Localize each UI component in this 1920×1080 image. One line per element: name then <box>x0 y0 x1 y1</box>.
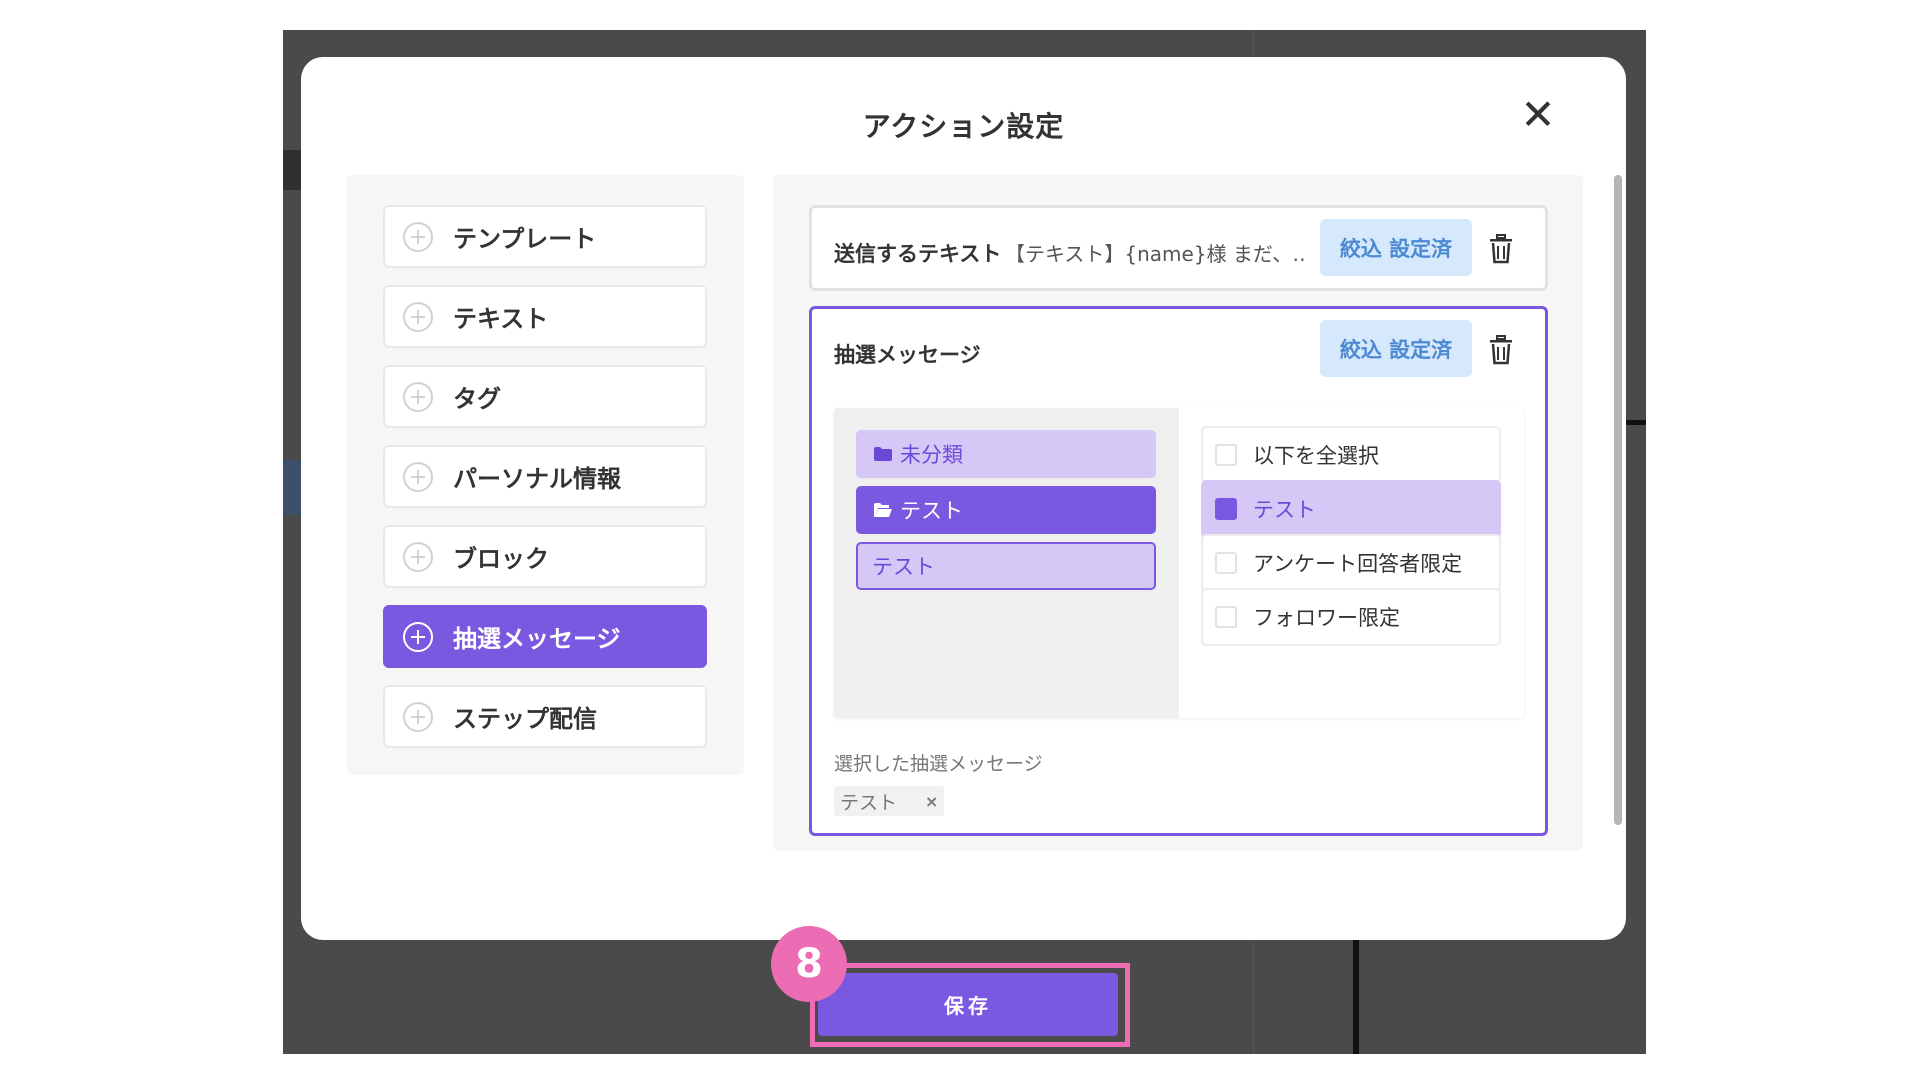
folder-list: 未分類 テスト テスト <box>834 408 1179 718</box>
checkbox[interactable] <box>1215 444 1237 466</box>
plus-circle-icon <box>403 541 433 572</box>
menu-item-label: タグ <box>453 385 501 413</box>
folder-item-uncategorized[interactable]: 未分類 <box>856 430 1156 478</box>
option-survey-respondents[interactable]: アンケート回答者限定 <box>1201 534 1501 592</box>
send-text-label: 送信するテキスト <box>834 242 1002 266</box>
option-label: テスト <box>1253 498 1316 522</box>
option-test[interactable]: テスト <box>1201 480 1501 538</box>
menu-item-step-delivery[interactable]: ステップ配信 <box>383 685 707 748</box>
background-header-band <box>283 150 303 190</box>
menu-item-personal-info[interactable]: パーソナル情報 <box>383 445 707 508</box>
plus-circle-icon <box>403 701 433 732</box>
action-type-menu: テンプレート テキスト タグ パーソナル情報 ブロック 抽選メッセージ ステップ… <box>347 175 744 775</box>
plus-circle-icon <box>403 221 433 252</box>
menu-item-label: パーソナル情報 <box>453 465 621 493</box>
option-followers-only[interactable]: フォロワー限定 <box>1201 588 1501 646</box>
save-button[interactable]: 保存 <box>818 973 1118 1036</box>
background-divider-dark <box>1353 940 1359 1054</box>
selected-message-chip: テスト × <box>834 786 945 816</box>
folder-label: テスト <box>900 499 963 523</box>
lottery-message-action-card: 抽選メッセージ 絞込 設定済 未分類 テスト テスト 以下を全選択 テスト アン… <box>809 306 1548 836</box>
folder-closed-icon <box>874 447 892 461</box>
remove-chip-icon[interactable]: × <box>925 792 938 811</box>
menu-item-label: テキスト <box>453 305 549 333</box>
option-label: アンケート回答者限定 <box>1253 552 1463 576</box>
option-label: フォロワー限定 <box>1253 606 1400 630</box>
filter-set-button[interactable]: 絞込 設定済 <box>1320 219 1472 276</box>
chip-label: テスト <box>840 791 898 814</box>
option-label: 以下を全選択 <box>1253 444 1379 468</box>
send-text-action-card: 送信するテキスト 【テキスト】{name}様 まだ、… 絞込 設定済 <box>809 205 1548 291</box>
folder-label: 未分類 <box>900 443 963 467</box>
menu-item-label: テンプレート <box>453 225 597 253</box>
action-settings-modal: アクション設定 ✕ テンプレート テキスト タグ パーソナル情報 ブロック 抽選… <box>301 57 1626 940</box>
message-label: テスト <box>872 555 935 579</box>
background-nav-item <box>283 460 303 515</box>
folder-open-icon <box>874 503 892 517</box>
step-number-badge: 8 <box>771 926 847 1002</box>
menu-item-block[interactable]: ブロック <box>383 525 707 588</box>
plus-circle-icon <box>403 461 433 492</box>
modal-scrollbar[interactable] <box>1614 175 1622 825</box>
lottery-message-title: 抽選メッセージ <box>834 343 981 367</box>
menu-item-label: ブロック <box>453 545 549 573</box>
checkbox[interactable] <box>1215 606 1237 628</box>
menu-item-label: ステップ配信 <box>453 705 597 733</box>
trash-icon[interactable] <box>1488 234 1514 264</box>
trash-icon[interactable] <box>1488 335 1514 365</box>
menu-item-text[interactable]: テキスト <box>383 285 707 348</box>
modal-title: アクション設定 <box>862 110 1065 143</box>
menu-item-template[interactable]: テンプレート <box>383 205 707 268</box>
select-all-option[interactable]: 以下を全選択 <box>1201 426 1501 484</box>
checkbox[interactable] <box>1215 552 1237 574</box>
message-item-test[interactable]: テスト <box>856 542 1156 590</box>
menu-item-tag[interactable]: タグ <box>383 365 707 428</box>
plus-circle-icon <box>403 381 433 412</box>
plus-circle-icon <box>403 621 433 652</box>
filter-set-button[interactable]: 絞込 設定済 <box>1320 320 1472 377</box>
lottery-message-picker: 未分類 テスト テスト 以下を全選択 テスト アンケート回答者限定 フォロワー限… <box>834 408 1524 718</box>
selected-messages-label: 選択した抽選メッセージ <box>834 753 1043 775</box>
menu-item-lottery-message[interactable]: 抽選メッセージ <box>383 605 707 668</box>
checkbox-checked[interactable] <box>1215 498 1237 520</box>
folder-item-test[interactable]: テスト <box>856 486 1156 534</box>
plus-circle-icon <box>403 301 433 332</box>
close-icon[interactable]: ✕ <box>1518 94 1558 136</box>
send-text-preview: 【テキスト】{name}様 まだ、… <box>1005 242 1305 266</box>
action-list-panel: 送信するテキスト 【テキスト】{name}様 まだ、… 絞込 設定済 抽選メッセ… <box>773 175 1583 851</box>
menu-item-label: 抽選メッセージ <box>453 625 621 653</box>
